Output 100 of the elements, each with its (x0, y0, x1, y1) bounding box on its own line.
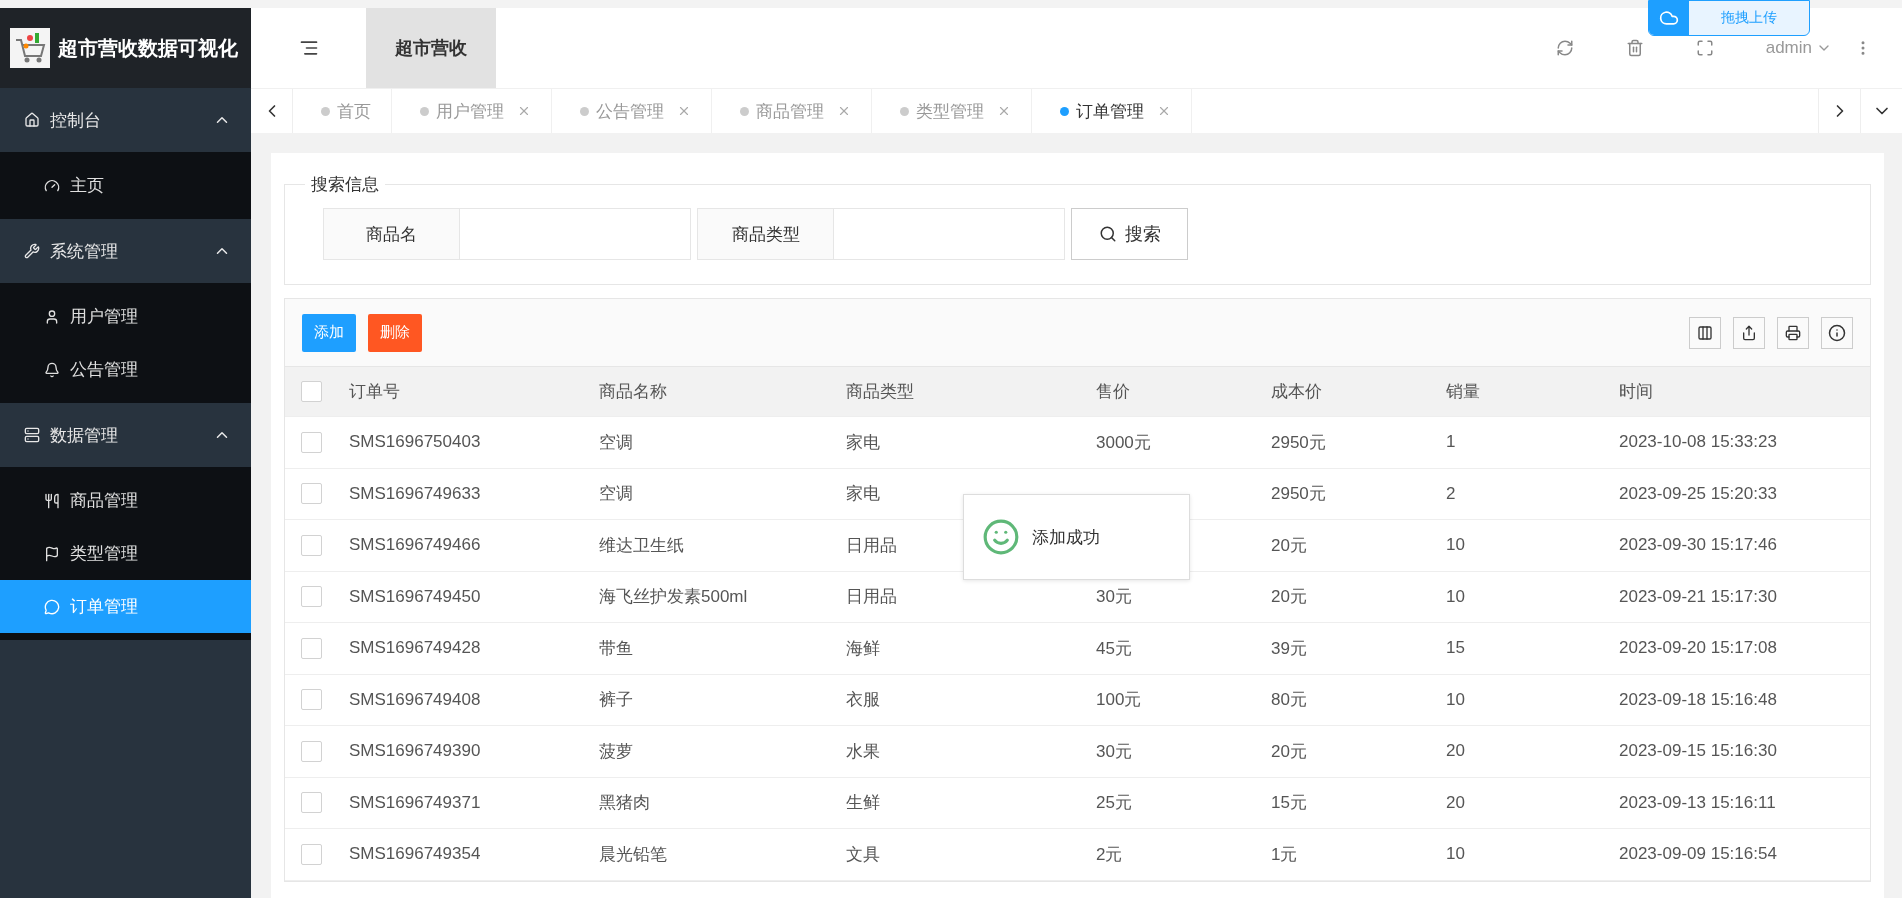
export-button[interactable] (1733, 316, 1765, 349)
wrench-icon (24, 243, 40, 259)
search-icon (1098, 225, 1117, 243)
menu-item[interactable]: 用户管理 (0, 290, 251, 343)
column-header: 时间 (1619, 381, 1653, 403)
header-title[interactable]: 超市营收 (366, 8, 496, 88)
menu-group-label: 系统管理 (50, 240, 119, 263)
columns-icon (1697, 324, 1713, 341)
checkbox[interactable] (301, 483, 322, 505)
table-cell-text: 带鱼 (599, 637, 633, 660)
cloud-icon (1659, 8, 1679, 28)
info-icon (1828, 323, 1846, 342)
table-cell-text: 裤子 (599, 689, 633, 712)
table-cell: 10 (1446, 586, 1465, 607)
column-header: 订单号 (349, 381, 400, 403)
search-field[interactable]: 商品类型 (697, 208, 1065, 260)
table-cell: 2023-09-30 15:17:46 (1619, 535, 1777, 556)
table-cell: SMS1696749428 (349, 638, 481, 659)
table-cell: 2 (1446, 483, 1456, 504)
table-cell: 20 (1446, 792, 1465, 813)
table-cell-text: 2元 (1096, 843, 1123, 866)
table-cell: 2023-09-25 15:20:33 (1619, 483, 1777, 504)
table-cell-text: 20元 (1271, 534, 1307, 557)
table-cell: SMS1696749390 (349, 741, 481, 762)
menu-group[interactable]: 系统管理 (0, 219, 251, 283)
table-cell: 20 (1446, 741, 1465, 762)
logo-icon (10, 28, 50, 68)
menu-group[interactable]: 控制台 (0, 88, 251, 152)
column-header: 商品类型 (846, 381, 914, 403)
brand-title: 超市营收数据可视化 (58, 35, 238, 61)
close-icon[interactable] (517, 104, 531, 118)
search-legend: 搜索信息 (305, 173, 385, 196)
checkbox[interactable] (301, 381, 322, 402)
table-cell-text: 黑猪肉 (599, 792, 650, 815)
user-icon (44, 308, 60, 325)
table-cell-text: 20元 (1271, 740, 1307, 763)
checkbox[interactable] (301, 689, 322, 711)
table-cell: 2023-09-13 15:16:11 (1619, 792, 1776, 813)
search-button[interactable]: 搜索 (1071, 208, 1188, 260)
menu-group[interactable]: 数据管理 (0, 403, 251, 467)
checkbox[interactable] (301, 740, 322, 762)
table-cell-text: 45元 (1096, 637, 1132, 660)
table-cell: SMS1696749371 (349, 792, 481, 813)
tab-dot (1060, 106, 1069, 116)
table-cell-text: 日用品 (846, 534, 897, 557)
tab-dot (580, 106, 589, 116)
table-cell-text: 2950元 (1271, 483, 1326, 506)
table-cell-text: 15元 (1271, 792, 1307, 815)
table-cell-text: 空调 (599, 431, 633, 454)
table-cell: SMS1696749450 (349, 586, 481, 607)
columns-button[interactable] (1689, 316, 1721, 349)
checkbox[interactable] (301, 534, 322, 556)
table-cell-text: 3000元 (1096, 431, 1151, 454)
table-cell-text: 空调 (599, 483, 633, 506)
info-button[interactable] (1821, 316, 1853, 349)
checkbox[interactable] (301, 637, 322, 659)
table-cell: 15 (1446, 638, 1465, 659)
refresh-icon[interactable] (1555, 39, 1574, 57)
table-cell-text: 晨光铅笔 (599, 843, 667, 866)
close-icon[interactable] (1157, 104, 1171, 118)
bell-icon (44, 361, 60, 378)
table-cell: SMS1696749354 (349, 844, 481, 865)
export-icon (1741, 324, 1757, 341)
table-cell-text: 30元 (1096, 740, 1132, 763)
checkbox[interactable] (301, 431, 322, 453)
tab-dot (420, 106, 429, 116)
menu-item[interactable]: 公告管理 (0, 343, 251, 396)
table-cell-text: 衣服 (846, 689, 880, 712)
table-cell: 1 (1446, 432, 1456, 453)
gauge-icon (44, 177, 60, 194)
menu-item[interactable]: 商品管理 (0, 474, 251, 527)
table-cell: 2023-09-21 15:17:30 (1619, 586, 1777, 607)
table-cell: SMS1696749633 (349, 483, 481, 504)
table-cell-text: 海飞丝护发素500ml (599, 586, 748, 609)
table-cell-text: 家电 (846, 431, 880, 454)
chat-icon (44, 598, 60, 615)
close-icon[interactable] (997, 104, 1011, 118)
table-cell: SMS1696749408 (349, 689, 481, 710)
table-cell-text: 文具 (846, 843, 880, 866)
toast-message: 添加成功 (1032, 526, 1100, 549)
checkbox[interactable] (301, 792, 322, 814)
search-field[interactable]: 商品名 (323, 208, 691, 260)
table-cell-text: 1元 (1271, 843, 1298, 866)
table-cell: 10 (1446, 689, 1465, 710)
menu-item[interactable]: 类型管理 (0, 527, 251, 580)
trash-icon[interactable] (1625, 39, 1644, 57)
table-cell-text: 海鲜 (846, 637, 880, 660)
tab-dot (900, 106, 909, 116)
home-icon (24, 112, 40, 128)
fullscreen-icon[interactable] (1695, 39, 1714, 57)
checkbox[interactable] (301, 586, 322, 608)
print-button[interactable] (1777, 316, 1809, 349)
table-cell-text: 水果 (846, 740, 880, 763)
table-cell-text: 20元 (1271, 586, 1307, 609)
smile-icon (982, 518, 1020, 556)
table-cell: 10 (1446, 535, 1465, 556)
checkbox[interactable] (301, 843, 322, 865)
close-icon[interactable] (677, 104, 691, 118)
table-cell-text: 39元 (1271, 637, 1307, 660)
close-icon[interactable] (837, 104, 851, 118)
